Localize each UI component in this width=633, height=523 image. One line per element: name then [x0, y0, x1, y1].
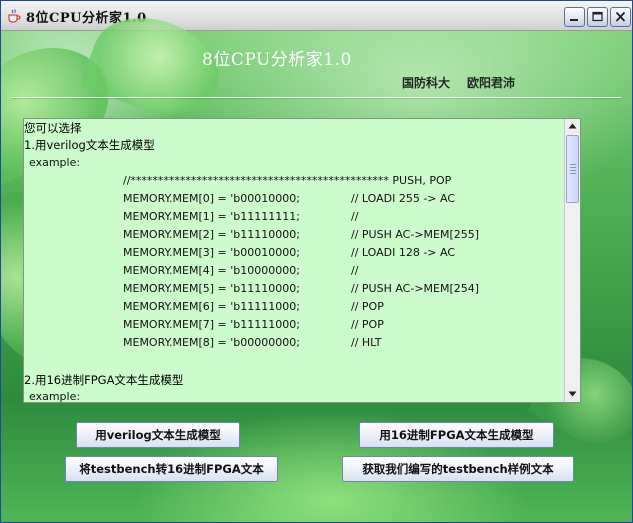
- verilog-generate-button[interactable]: 用verilog文本生成模型: [76, 422, 240, 448]
- memory-line-comment: // PUSH AC->MEM[254]: [351, 282, 480, 295]
- memory-line-comment: // POP: [351, 318, 384, 331]
- memory-line-code: MEMORY.MEM[8] = 'b00000000;: [123, 336, 300, 349]
- memory-line-code: MEMORY.MEM[0] = 'b00010000;: [123, 192, 300, 205]
- arrow-down-icon: [568, 391, 577, 397]
- example-label: example:: [29, 156, 81, 169]
- close-icon: [615, 11, 626, 22]
- memory-line-comment: // POP: [351, 300, 384, 313]
- memory-line-comment: // HLT: [351, 336, 382, 349]
- memory-line-comment: //: [351, 210, 359, 223]
- scroll-down-button[interactable]: [565, 387, 580, 402]
- memory-line-code: MEMORY.MEM[4] = 'b10000000;: [123, 264, 300, 277]
- textarea-content[interactable]: 您可以选择 1.用verilog文本生成模型 example: //******…: [24, 119, 565, 402]
- intro-line: 您可以选择: [24, 121, 82, 135]
- thumb-grip: [570, 167, 576, 168]
- maximize-icon: [592, 11, 603, 22]
- header-divider: [11, 97, 621, 98]
- memory-line-code: MEMORY.MEM[1] = 'b11111111;: [123, 210, 300, 223]
- vertical-scrollbar[interactable]: [564, 119, 580, 402]
- memory-line-comment: // LOADI 255 -> AC: [351, 192, 456, 205]
- minimize-icon: [570, 19, 578, 21]
- testbench-convert-button[interactable]: 将testbench转16进制FPGA文本: [65, 456, 278, 482]
- instructions-textarea[interactable]: 您可以选择 1.用verilog文本生成模型 example: //******…: [23, 118, 581, 403]
- memory-line-comment: // PUSH AC->MEM[255]: [351, 228, 480, 241]
- scrollbar-thumb[interactable]: [566, 135, 579, 203]
- app-window: 8位CPU分析家1.0 8位CPU分析家1.0 国防科大 欧阳君沛 您可以选择 …: [0, 0, 633, 523]
- option2-heading: 2.用16进制FPGA文本生成模型: [24, 373, 184, 387]
- thumb-grip: [570, 173, 576, 174]
- scroll-up-button[interactable]: [565, 119, 580, 134]
- author-label: 欧阳君沛: [467, 76, 516, 90]
- java-coffee-cup-icon[interactable]: [6, 8, 22, 24]
- close-button[interactable]: [610, 7, 631, 27]
- organization-label: 国防科大: [402, 76, 451, 90]
- thumb-grip: [570, 170, 576, 171]
- memory-line-comment: //: [351, 264, 359, 277]
- banner-comment: //**************************************…: [123, 174, 452, 187]
- minimize-button[interactable]: [564, 7, 585, 27]
- memory-line-code: MEMORY.MEM[7] = 'b11111000;: [123, 318, 300, 331]
- fpga-generate-button[interactable]: 用16进制FPGA文本生成模型: [359, 422, 554, 448]
- thumb-grip: [570, 164, 576, 165]
- app-heading: 8位CPU分析家1.0: [202, 50, 352, 70]
- get-sample-testbench-button[interactable]: 获取我们编写的testbench样例文本: [342, 456, 574, 482]
- option1-heading: 1.用verilog文本生成模型: [24, 138, 155, 152]
- example-label: example:: [29, 390, 81, 402]
- memory-line-code: MEMORY.MEM[3] = 'b00010000;: [123, 246, 300, 259]
- title-bar[interactable]: 8位CPU分析家1.0: [1, 1, 632, 31]
- arrow-up-icon: [568, 123, 577, 129]
- memory-line-code: MEMORY.MEM[2] = 'b11110000;: [123, 228, 300, 241]
- memory-line-comment: // LOADI 128 -> AC: [351, 246, 456, 259]
- memory-line-code: MEMORY.MEM[6] = 'b11111000;: [123, 300, 300, 313]
- maximize-button[interactable]: [587, 7, 608, 27]
- memory-line-code: MEMORY.MEM[5] = 'b11110000;: [123, 282, 300, 295]
